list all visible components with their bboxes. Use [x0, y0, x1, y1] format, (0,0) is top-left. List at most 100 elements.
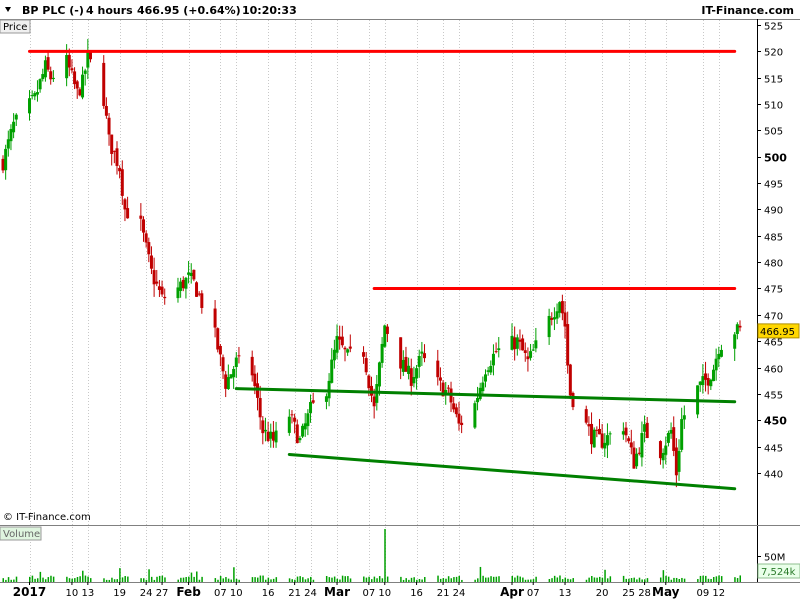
- candle-body: [555, 311, 559, 319]
- volume-bar-83: [307, 578, 309, 582]
- candle-body: [274, 430, 278, 443]
- y-tick-label-500: 500: [764, 152, 787, 165]
- volume-bar-108: [405, 578, 407, 582]
- candle-body: [380, 343, 384, 363]
- candle-body: [566, 324, 570, 366]
- volume-bar-15: [52, 576, 55, 582]
- candle-body: [661, 452, 665, 461]
- candle-body: [28, 98, 32, 114]
- y-tick-label-520: 520: [764, 48, 783, 59]
- volume-bar-19: [74, 578, 76, 582]
- volume-bar-91: [339, 579, 341, 582]
- candle-body: [102, 62, 106, 106]
- candle-body: [258, 397, 262, 418]
- candle-body: [6, 139, 10, 149]
- volume-bar-106: [400, 576, 402, 582]
- volume-bar-70: [262, 575, 264, 582]
- volume-bar-103: [381, 578, 384, 582]
- candle-body: [674, 447, 678, 476]
- x-tick-label-11: 24: [304, 588, 317, 599]
- candle-body: [126, 208, 130, 219]
- volume-bar-60: [225, 577, 227, 582]
- candle-body: [234, 357, 238, 368]
- candle-body: [78, 89, 82, 96]
- candle-body: [404, 356, 408, 372]
- candle-body: [189, 272, 193, 276]
- candle-body: [680, 419, 684, 450]
- volume-bar-80: [299, 576, 301, 582]
- volume-bar-57: [217, 579, 219, 582]
- candle-body: [35, 92, 39, 95]
- candle-body: [192, 269, 196, 280]
- candle-body: [497, 348, 501, 351]
- y-tick-label-490: 490: [764, 206, 783, 217]
- x-tick-label-20: 13: [559, 588, 572, 599]
- volume-bar-185: [683, 578, 686, 582]
- x-tick-label-21: 20: [596, 588, 609, 599]
- volume-bar-48: [182, 577, 185, 582]
- candle-62: [229, 374, 233, 379]
- chart-header: BP PLC (-) 4 hours 466.95 (+0.64%) 10:20:33…: [0, 0, 800, 20]
- candle-body: [711, 369, 715, 382]
- volume-bar-77: [291, 579, 293, 582]
- volume-bar-153: [567, 578, 569, 582]
- candle-body: [176, 287, 180, 299]
- volume-bar-1: [5, 579, 7, 582]
- x-tick-label-17: 24: [453, 588, 466, 599]
- volume-bar-85: [312, 579, 315, 582]
- candle-body: [290, 414, 294, 416]
- candle-body: [287, 416, 291, 433]
- candle-body: [621, 431, 625, 435]
- volume-tick-label-0: 50M: [764, 553, 785, 564]
- candle-body: [560, 301, 564, 314]
- volume-bar-180: [670, 579, 673, 582]
- candle-body: [547, 315, 551, 338]
- volume-bar-62: [230, 579, 232, 582]
- candle-body: [324, 396, 328, 402]
- candle-body: [216, 328, 220, 350]
- volume-bar-119: [445, 578, 447, 582]
- candle-body: [200, 293, 204, 308]
- candle-body: [41, 74, 45, 80]
- y-tick-label-515: 515: [764, 75, 783, 86]
- x-tick-label-7: 07: [214, 588, 227, 599]
- candle-body: [120, 169, 124, 196]
- volume-bar-182: [675, 577, 678, 582]
- candle-body: [666, 432, 670, 443]
- volume-bar-56: [214, 578, 217, 582]
- candle-body: [38, 79, 42, 90]
- volume-bar-145: [535, 576, 537, 582]
- candle-body: [587, 424, 591, 427]
- candle-body: [385, 326, 389, 334]
- candle-159: [592, 427, 596, 448]
- volume-bar-141: [524, 579, 527, 582]
- volume-bar-109: [408, 579, 410, 582]
- volume-bar-113: [418, 578, 421, 582]
- volume-bar-42: [156, 576, 158, 582]
- y-tick-label-465: 465: [764, 338, 783, 349]
- candle-body: [383, 325, 387, 347]
- candle-body: [221, 357, 225, 372]
- candle-body: [213, 308, 217, 328]
- candle-body: [452, 403, 456, 410]
- volume-bar-137: [514, 577, 516, 582]
- candle-104: [383, 324, 387, 348]
- candle-body: [677, 450, 681, 472]
- volume-bar-38: [145, 579, 148, 582]
- candle-body: [460, 422, 464, 426]
- volume-bar-194: [718, 575, 720, 582]
- candle-body: [269, 431, 273, 439]
- volume-bar-138: [516, 575, 519, 582]
- volume-bar-174: [644, 579, 646, 582]
- y-tick-label-455: 455: [764, 391, 783, 402]
- volume-bar-126: [474, 579, 476, 582]
- candle-body: [51, 77, 55, 80]
- volume-bar-121: [450, 578, 453, 582]
- candle-body: [43, 60, 47, 78]
- volume-bar-131: [487, 577, 490, 582]
- volume-bar-24: [87, 576, 89, 582]
- volume-bar-189: [705, 575, 707, 582]
- candle-body: [399, 337, 403, 369]
- candle-body: [558, 302, 562, 313]
- candle-body: [187, 272, 191, 275]
